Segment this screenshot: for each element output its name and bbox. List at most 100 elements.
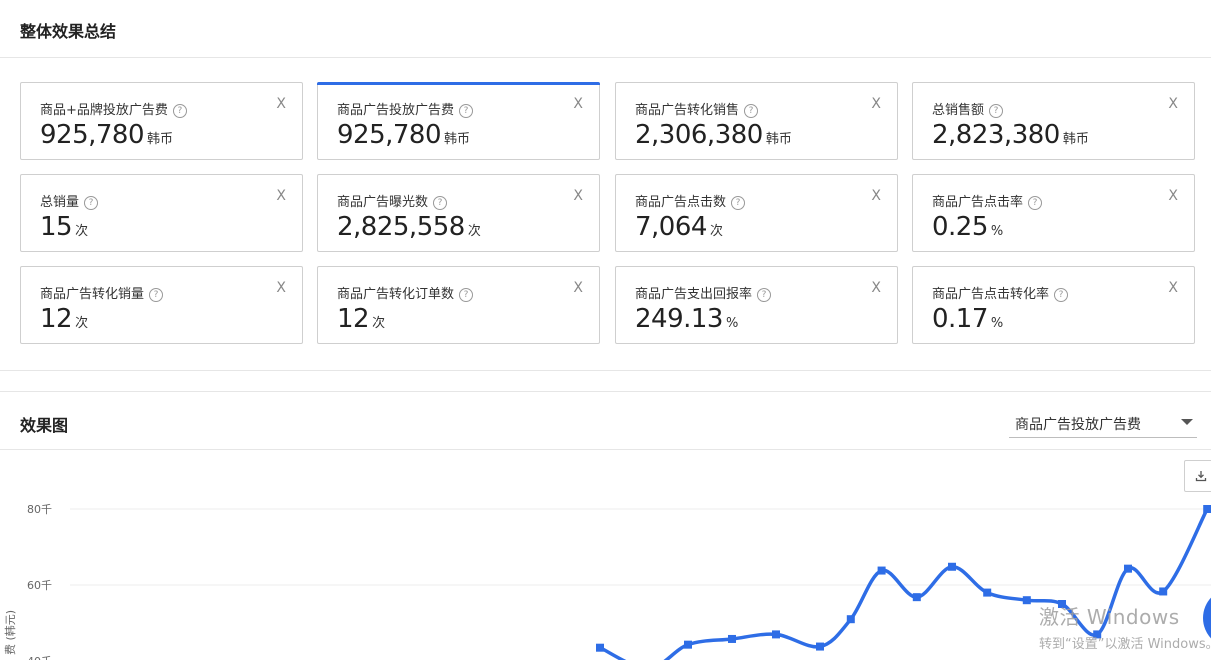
metric-card-label: 总销售额 bbox=[932, 103, 985, 118]
help-icon[interactable]: ? bbox=[731, 196, 746, 210]
data-point[interactable] bbox=[1022, 596, 1031, 605]
metric-card[interactable]: 总销量? X 15 次 bbox=[20, 174, 303, 252]
metric-card-value-wrap: 12 次 bbox=[40, 304, 88, 334]
summary-title-divider bbox=[0, 57, 1211, 58]
data-point[interactable] bbox=[772, 630, 780, 639]
metric-card-unit: 次 bbox=[372, 316, 386, 331]
y-tick-label: 60千 bbox=[27, 579, 52, 592]
y-tick-label: 40千 bbox=[27, 655, 52, 660]
data-point[interactable] bbox=[684, 640, 692, 649]
metric-card-value-wrap: 2,306,380 韩币 bbox=[635, 120, 792, 150]
close-icon[interactable]: X bbox=[573, 96, 583, 112]
help-icon[interactable]: ? bbox=[1054, 288, 1069, 302]
metric-card-label: 商品广告投放广告费 bbox=[337, 103, 455, 118]
metric-card-value-wrap: 7,064 次 bbox=[635, 212, 723, 242]
help-icon[interactable]: ? bbox=[744, 104, 759, 118]
metric-card-value-wrap: 2,825,558 次 bbox=[337, 212, 481, 242]
metric-card-value-wrap: 12 次 bbox=[337, 304, 385, 334]
help-icon[interactable]: ? bbox=[149, 288, 164, 302]
data-point[interactable] bbox=[816, 642, 824, 651]
metric-card-label: 商品广告转化销售 bbox=[635, 103, 740, 118]
close-icon[interactable]: X bbox=[573, 188, 583, 204]
metric-card-label-wrap: 商品广告点击转化率? bbox=[932, 283, 1069, 302]
data-point[interactable] bbox=[912, 593, 921, 602]
metric-card-value: 7,064 bbox=[635, 212, 707, 242]
help-icon[interactable]: ? bbox=[1028, 196, 1043, 210]
metric-card[interactable]: 商品广告点击率? X 0.25% bbox=[912, 174, 1195, 252]
help-icon[interactable]: ? bbox=[433, 196, 448, 210]
close-icon[interactable]: X bbox=[1168, 280, 1178, 296]
help-icon[interactable]: ? bbox=[459, 288, 474, 302]
metric-card[interactable]: 商品广告转化销售? X 2,306,380 韩币 bbox=[615, 82, 898, 160]
help-icon[interactable]: ? bbox=[989, 104, 1004, 118]
metric-card-value-wrap: 15 次 bbox=[40, 212, 88, 242]
close-icon[interactable]: X bbox=[573, 280, 583, 296]
data-point[interactable] bbox=[983, 588, 992, 597]
metric-card-unit: 韩币 bbox=[1062, 132, 1089, 147]
metric-select-value: 商品广告投放广告费 bbox=[1015, 417, 1141, 433]
metric-card-value: 2,306,380 bbox=[635, 120, 763, 150]
metric-card[interactable]: 总销售额? X 2,823,380 韩币 bbox=[912, 82, 1195, 160]
data-point[interactable] bbox=[1159, 587, 1168, 596]
metric-card-label: 商品广告点击率 bbox=[932, 195, 1024, 210]
help-icon[interactable]: ? bbox=[757, 288, 772, 302]
metric-card-label-wrap: 总销售额? bbox=[932, 99, 1004, 118]
metric-card[interactable]: 商品广告转化订单数? X 12 次 bbox=[317, 266, 600, 344]
metric-card-value-wrap: 925,780 韩币 bbox=[40, 120, 173, 150]
metric-card-label: 商品广告转化销量 bbox=[40, 287, 145, 302]
metric-card[interactable]: 商品+品牌投放广告费? X 925,780 韩币 bbox=[20, 82, 303, 160]
close-icon[interactable]: X bbox=[1168, 188, 1178, 204]
metric-card[interactable]: 商品广告支出回报率? X 249.13% bbox=[615, 266, 898, 344]
metric-card-label-wrap: 商品广告转化订单数? bbox=[337, 283, 474, 302]
metric-card-value: 0.25 bbox=[932, 212, 988, 242]
caret-down-icon bbox=[1181, 419, 1193, 425]
metric-card-value-wrap: 2,823,380 韩币 bbox=[932, 120, 1089, 150]
metric-card-unit: % bbox=[990, 316, 1004, 331]
close-icon[interactable]: X bbox=[276, 96, 286, 112]
data-point[interactable] bbox=[1124, 564, 1132, 573]
metric-card[interactable]: 商品广告点击数? X 7,064 次 bbox=[615, 174, 898, 252]
close-icon[interactable]: X bbox=[871, 188, 881, 204]
data-point[interactable] bbox=[948, 562, 956, 571]
metric-card-value: 12 bbox=[40, 304, 73, 334]
data-point[interactable] bbox=[1203, 505, 1211, 513]
summary-bottom-divider bbox=[0, 370, 1211, 371]
metric-card-unit: % bbox=[990, 224, 1004, 239]
metric-card-label-wrap: 商品广告点击率? bbox=[932, 191, 1043, 210]
metric-card-label-wrap: 商品广告点击数? bbox=[635, 191, 746, 210]
metric-select[interactable]: 商品广告投放广告费 bbox=[1009, 404, 1197, 438]
effect-title: 效果图 bbox=[20, 416, 69, 435]
help-icon[interactable]: ? bbox=[459, 104, 474, 118]
metric-card[interactable]: 商品广告转化销量? X 12 次 bbox=[20, 266, 303, 344]
close-icon[interactable]: X bbox=[276, 188, 286, 204]
metric-card-label: 商品+品牌投放广告费 bbox=[40, 103, 168, 118]
metric-card-label: 总销量 bbox=[40, 195, 80, 210]
close-icon[interactable]: X bbox=[1168, 96, 1178, 112]
metric-card[interactable]: 商品广告投放广告费? X 925,780 韩币 bbox=[317, 82, 600, 160]
help-icon[interactable]: ? bbox=[84, 196, 99, 210]
metric-card-value: 925,780 bbox=[40, 120, 145, 150]
summary-title: 整体效果总结 bbox=[20, 22, 117, 41]
metric-card-unit: 次 bbox=[467, 224, 481, 239]
metric-card-value: 2,823,380 bbox=[932, 120, 1060, 150]
data-point[interactable] bbox=[877, 566, 886, 575]
metric-card-value: 0.17 bbox=[932, 304, 988, 334]
close-icon[interactable]: X bbox=[276, 280, 286, 296]
data-point[interactable] bbox=[1058, 600, 1066, 608]
metric-card-label-wrap: 商品+品牌投放广告费? bbox=[40, 99, 187, 118]
data-point[interactable] bbox=[1093, 630, 1102, 639]
y-tick-label: 80千 bbox=[27, 503, 52, 516]
metric-card-unit: 韩币 bbox=[444, 132, 471, 147]
data-point[interactable] bbox=[846, 615, 855, 624]
close-icon[interactable]: X bbox=[871, 280, 881, 296]
data-point[interactable] bbox=[728, 634, 736, 643]
metric-card-label-wrap: 商品广告转化销量? bbox=[40, 283, 164, 302]
help-icon[interactable]: ? bbox=[172, 104, 187, 118]
metric-card[interactable]: 商品广告曝光数? X 2,825,558 次 bbox=[317, 174, 600, 252]
metric-card[interactable]: 商品广告点击转化率? X 0.17% bbox=[912, 266, 1195, 344]
page: 整体效果总结 商品+品牌投放广告费? X 925,780 韩币 商品广告投放广告费? X 9… bbox=[0, 0, 1211, 660]
close-icon[interactable]: X bbox=[871, 96, 881, 112]
data-point[interactable] bbox=[596, 643, 604, 652]
metric-card-label: 商品广告点击转化率 bbox=[932, 287, 1050, 302]
y-axis-title: 费 (韩元) bbox=[3, 610, 17, 655]
